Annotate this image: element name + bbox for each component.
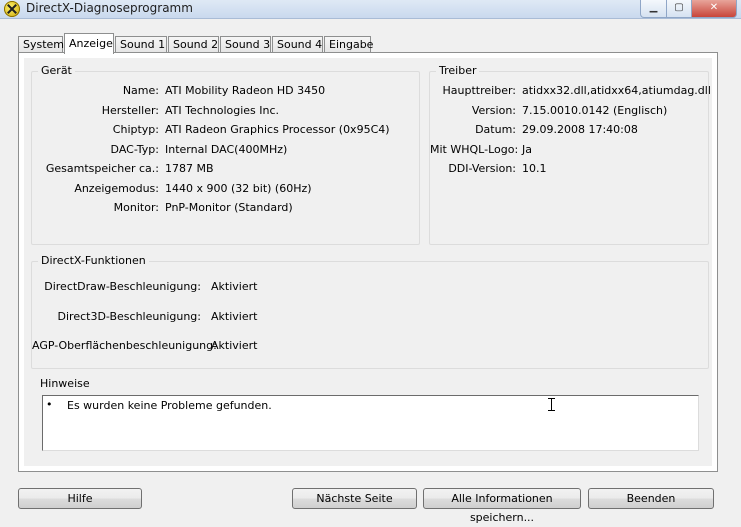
- device-label: Gesamtspeicher ca.:: [45, 162, 159, 175]
- exit-button[interactable]: Beenden: [588, 488, 714, 509]
- tab-sound-3[interactable]: Sound 3: [220, 36, 271, 53]
- tab-sound-2[interactable]: Sound 2: [168, 36, 219, 53]
- device-group-label: Gerät: [38, 64, 75, 78]
- driver-label: Datum:: [475, 123, 516, 136]
- feature-value: Aktiviert: [211, 310, 258, 323]
- notes-textbox[interactable]: • Es wurden keine Probleme gefunden.: [42, 395, 699, 451]
- feature-label: Direct3D-Beschleunigung:: [57, 310, 201, 323]
- device-value: ATI Technologies Inc.: [165, 104, 280, 117]
- save-all-info-button[interactable]: Alle Informationen speichern...: [423, 488, 581, 524]
- caption-buttons: ▁ ▢ ✕: [640, 0, 737, 18]
- device-value: 1787 MB: [165, 162, 214, 175]
- driver-row-version: Version: 7.15.0010.0142 (Englisch): [430, 104, 710, 118]
- device-label: Name:: [122, 84, 159, 97]
- device-row-chiptype: Chiptyp: ATI Radeon Graphics Processor (…: [32, 123, 421, 137]
- driver-row-date: Datum: 29.09.2008 17:40:08: [430, 123, 710, 137]
- device-label: Monitor:: [113, 201, 159, 214]
- device-row-display-mode: Anzeigemodus: 1440 x 900 (32 bit) (60Hz): [32, 182, 421, 196]
- feature-label: DirectDraw-Beschleunigung:: [44, 280, 201, 293]
- driver-label: DDI-Version:: [448, 162, 516, 175]
- tab-eingabe[interactable]: Eingabe: [324, 36, 373, 53]
- device-label: Hersteller:: [101, 104, 159, 117]
- title-bar[interactable]: DirectX-Diagnoseprogramm ▁ ▢ ✕: [0, 0, 741, 19]
- feature-label: AGP-Oberflächenbeschleunigung:: [32, 339, 217, 352]
- device-value: PnP-Monitor (Standard): [165, 201, 293, 214]
- driver-group: Treiber Haupttreiber: atidxx32.dll,atidx…: [429, 64, 710, 245]
- driver-value: 10.1: [522, 162, 547, 175]
- device-value: Internal DAC(400MHz): [165, 143, 288, 156]
- device-value: ATI Radeon Graphics Processor (0x95C4): [165, 123, 390, 136]
- feature-value: Aktiviert: [211, 280, 258, 293]
- tab-anzeige[interactable]: Anzeige: [64, 33, 114, 54]
- driver-label: Version:: [471, 104, 516, 117]
- driver-value: atidxx32.dll,atidxx64,atiumdag.dll,at: [522, 84, 710, 97]
- tab-sound-1[interactable]: Sound 1: [115, 36, 167, 53]
- help-button[interactable]: Hilfe: [18, 488, 142, 509]
- device-value: 1440 x 900 (32 bit) (60Hz): [165, 182, 312, 195]
- device-row-dac-type: DAC-Typ: Internal DAC(400MHz): [32, 143, 421, 157]
- notes-group-label: Hinweise: [37, 377, 93, 391]
- device-label: Chiptyp:: [112, 123, 159, 136]
- device-label: Anzeigemodus:: [74, 182, 159, 195]
- driver-label: Mit WHQL-Logo:: [430, 143, 519, 156]
- driver-value: 29.09.2008 17:40:08: [522, 123, 638, 136]
- notes-bullet: •: [46, 398, 53, 411]
- directx-features-group: DirectX-Funktionen DirectDraw-Beschleuni…: [31, 254, 710, 369]
- device-row-memory: Gesamtspeicher ca.: 1787 MB: [32, 162, 421, 176]
- feature-row-directdraw: DirectDraw-Beschleunigung: Aktiviert: [32, 280, 710, 294]
- directx-app-icon: [4, 1, 20, 17]
- device-group: Gerät Name: ATI Mobility Radeon HD 3450 …: [31, 64, 421, 245]
- driver-row-whql: Mit WHQL-Logo: Ja: [430, 143, 710, 157]
- device-row-name: Name: ATI Mobility Radeon HD 3450: [32, 84, 421, 98]
- driver-row-ddi-version: DDI-Version: 10.1: [430, 162, 710, 176]
- tab-panel-anzeige: Gerät Name: ATI Mobility Radeon HD 3450 …: [18, 52, 718, 472]
- feature-value: Aktiviert: [211, 339, 258, 352]
- notes-text: Es wurden keine Probleme gefunden.: [67, 399, 272, 412]
- maximize-button[interactable]: ▢: [667, 0, 692, 18]
- driver-value: Ja: [522, 143, 532, 156]
- device-value: ATI Mobility Radeon HD 3450: [165, 84, 326, 97]
- device-row-manufacturer: Hersteller: ATI Technologies Inc.: [32, 104, 421, 118]
- tab-sound-4[interactable]: Sound 4: [272, 36, 323, 53]
- window-title: DirectX-Diagnoseprogramm: [26, 1, 193, 15]
- tab-system[interactable]: System: [18, 36, 64, 53]
- driver-label: Haupttreiber:: [442, 84, 516, 97]
- driver-row-main: Haupttreiber: atidxx32.dll,atidxx64,atiu…: [430, 84, 710, 98]
- next-page-button[interactable]: Nächste Seite: [292, 488, 417, 509]
- feature-row-agp: AGP-Oberflächenbeschleunigung: Aktiviert: [32, 339, 710, 353]
- features-group-label: DirectX-Funktionen: [38, 254, 149, 268]
- device-label: DAC-Typ:: [110, 143, 159, 156]
- device-row-monitor: Monitor: PnP-Monitor (Standard): [32, 201, 421, 215]
- feature-row-direct3d: Direct3D-Beschleunigung: Aktiviert: [32, 310, 710, 324]
- close-button[interactable]: ✕: [692, 0, 737, 18]
- driver-value: 7.15.0010.0142 (Englisch): [522, 104, 668, 117]
- text-cursor-icon: [548, 398, 555, 411]
- minimize-button[interactable]: ▁: [640, 0, 667, 18]
- driver-group-label: Treiber: [436, 64, 480, 78]
